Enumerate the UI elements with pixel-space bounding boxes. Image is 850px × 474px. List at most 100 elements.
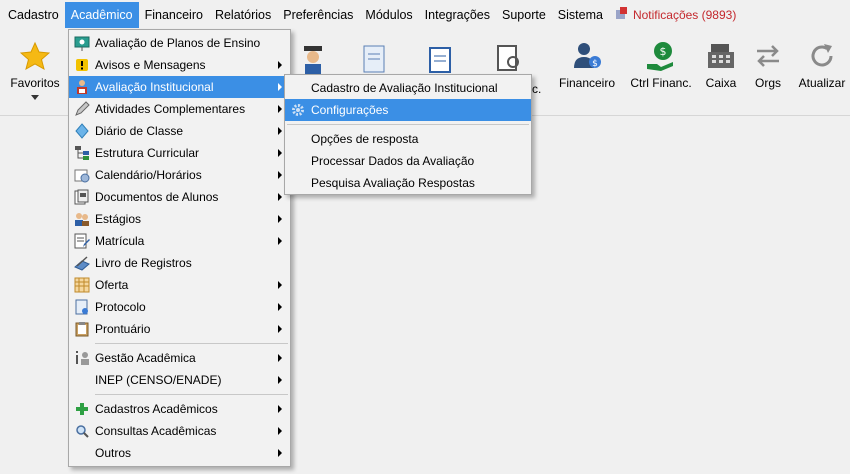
menu-item-consultas[interactable]: Consultas Acadêmicas [69, 420, 290, 442]
menu-item-label: Atividades Complementares [95, 102, 246, 116]
favoritos-label: Favoritos [10, 76, 60, 90]
menu-item-label: Documentos de Alunos [95, 190, 219, 204]
menu-item-estagios[interactable]: Estágios [69, 208, 290, 230]
menu-item-label: Oferta [95, 278, 129, 292]
menu-item-protocolo[interactable]: Protocolo [69, 296, 290, 318]
notifications-label: Notificações (9893) [632, 8, 737, 22]
magnifier-icon [73, 423, 91, 439]
menu-sistema[interactable]: Sistema [552, 2, 609, 28]
menu-item-estrutura[interactable]: Estrutura Curricular [69, 142, 290, 164]
submenu-item-pesquisa-respostas[interactable]: Pesquisa Avaliação Respostas [285, 172, 531, 194]
financeiro-button[interactable]: $ Financeiro [552, 36, 622, 90]
people-icon [73, 211, 91, 227]
menu-item-label: Prontuário [95, 322, 151, 336]
atualizar-label: Atualizar [798, 76, 846, 90]
submenu-arrow-icon [278, 105, 282, 113]
menu-item-label: Outros [95, 446, 132, 460]
menu-item-outros[interactable]: Outros [69, 442, 290, 464]
diamond-book-icon [73, 123, 91, 139]
menu-academico[interactable]: Acadêmico [64, 2, 139, 28]
menu-suporte[interactable]: Suporte [496, 2, 552, 28]
submenu-item-processar-dados[interactable]: Processar Dados da Avaliação [285, 150, 531, 172]
hierarchy-icon [73, 145, 91, 161]
avaliacao-submenu: Cadastro de Avaliação Institucional Conf… [284, 74, 532, 195]
menu-item-prontuario[interactable]: Prontuário [69, 318, 290, 340]
menu-separator [95, 343, 288, 344]
calendar-clock-icon [73, 167, 91, 183]
submenu-arrow-icon [278, 149, 282, 157]
menu-item-label: Avaliação Institucional [95, 80, 214, 94]
submenu-arrow-icon [278, 193, 282, 201]
swap-arrows-icon [753, 36, 783, 76]
gear-icon [289, 102, 307, 118]
menu-item-label: Livro de Registros [95, 256, 192, 270]
menu-relatorios[interactable]: Relatórios [209, 2, 277, 28]
financeiro-label: Financeiro [558, 76, 616, 90]
atualizar-button[interactable]: Atualizar [787, 36, 850, 90]
menu-preferencias[interactable]: Preferências [277, 2, 359, 28]
edit-document-icon [428, 44, 456, 77]
plus-icon [73, 401, 91, 417]
report-search-icon [496, 44, 524, 77]
menu-item-label: Pesquisa Avaliação Respostas [311, 176, 475, 190]
menu-item-oferta[interactable]: Oferta [69, 274, 290, 296]
menu-separator [95, 394, 288, 395]
submenu-item-opcoes-resposta[interactable]: Opções de resposta [285, 128, 531, 150]
menu-item-label: INEP (CENSO/ENADE) [95, 373, 222, 387]
submenu-arrow-icon [278, 325, 282, 333]
menu-item-cadastros[interactable]: Cadastros Acadêmicos [69, 398, 290, 420]
star-icon [20, 36, 50, 76]
presentation-icon [73, 35, 91, 51]
menu-item-inep[interactable]: INEP (CENSO/ENADE) [69, 369, 290, 391]
menu-item-label: Calendário/Horários [95, 168, 202, 182]
notification-icon [615, 7, 628, 23]
menu-modulos[interactable]: Módulos [359, 2, 418, 28]
menu-item-avisos[interactable]: Avisos e Mensagens [69, 54, 290, 76]
menu-financeiro[interactable]: Financeiro [139, 2, 209, 28]
warning-icon [73, 57, 91, 73]
calendar-grid-icon [73, 277, 91, 293]
submenu-arrow-icon [278, 237, 282, 245]
svg-text:$: $ [592, 59, 598, 69]
menu-item-label: Protocolo [95, 300, 146, 314]
documents-icon [73, 189, 91, 205]
menu-item-label: Diário de Classe [95, 124, 184, 138]
submenu-arrow-icon [278, 281, 282, 289]
menu-item-avaliacao-planos[interactable]: Avaliação de Planos de Ensino [69, 32, 290, 54]
submenu-item-configuracoes[interactable]: Configurações [285, 99, 531, 121]
submenu-arrow-icon [278, 303, 282, 311]
menu-item-gestao[interactable]: Gestão Acadêmica [69, 347, 290, 369]
clipboard-icon [73, 321, 91, 337]
caixa-label: Caixa [705, 76, 737, 90]
menu-item-documentos[interactable]: Documentos de Alunos [69, 186, 290, 208]
notifications-link[interactable]: Notificações (9893) [609, 7, 736, 23]
menu-item-label: Cadastro de Avaliação Institucional [311, 81, 498, 95]
submenu-arrow-icon [278, 61, 282, 69]
menu-item-label: Avaliação de Planos de Ensino [95, 36, 261, 50]
menu-integracoes[interactable]: Integrações [419, 2, 496, 28]
chevron-down-icon [31, 95, 39, 100]
menu-item-label: Avisos e Mensagens [95, 58, 206, 72]
menu-item-label: Configurações [311, 103, 389, 117]
menu-cadastro[interactable]: Cadastro [2, 2, 65, 28]
favoritos-button[interactable]: Favoritos [0, 36, 70, 100]
refresh-icon [807, 36, 837, 76]
submenu-arrow-icon [278, 405, 282, 413]
submenu-arrow-icon [278, 127, 282, 135]
menu-bar: Cadastro Acadêmico Financeiro Relatórios… [0, 0, 850, 30]
menu-item-calendario[interactable]: Calendário/Horários [69, 164, 290, 186]
book-pen-icon [73, 255, 91, 271]
menu-item-matricula[interactable]: Matrícula [69, 230, 290, 252]
orgs-label: Orgs [754, 76, 781, 90]
menu-item-atividades[interactable]: Atividades Complementares [69, 98, 290, 120]
document-icon [362, 44, 386, 77]
submenu-arrow-icon [278, 376, 282, 384]
submenu-arrow-icon [278, 215, 282, 223]
submenu-arrow-icon [278, 171, 282, 179]
menu-item-label: Consultas Acadêmicas [95, 424, 217, 438]
submenu-item-cadastro-avaliacao[interactable]: Cadastro de Avaliação Institucional [285, 77, 531, 99]
menu-item-avaliacao-institucional[interactable]: Avaliação Institucional [69, 76, 290, 98]
menu-item-livro[interactable]: Livro de Registros [69, 252, 290, 274]
submenu-arrow-icon [278, 449, 282, 457]
menu-item-diario[interactable]: Diário de Classe [69, 120, 290, 142]
